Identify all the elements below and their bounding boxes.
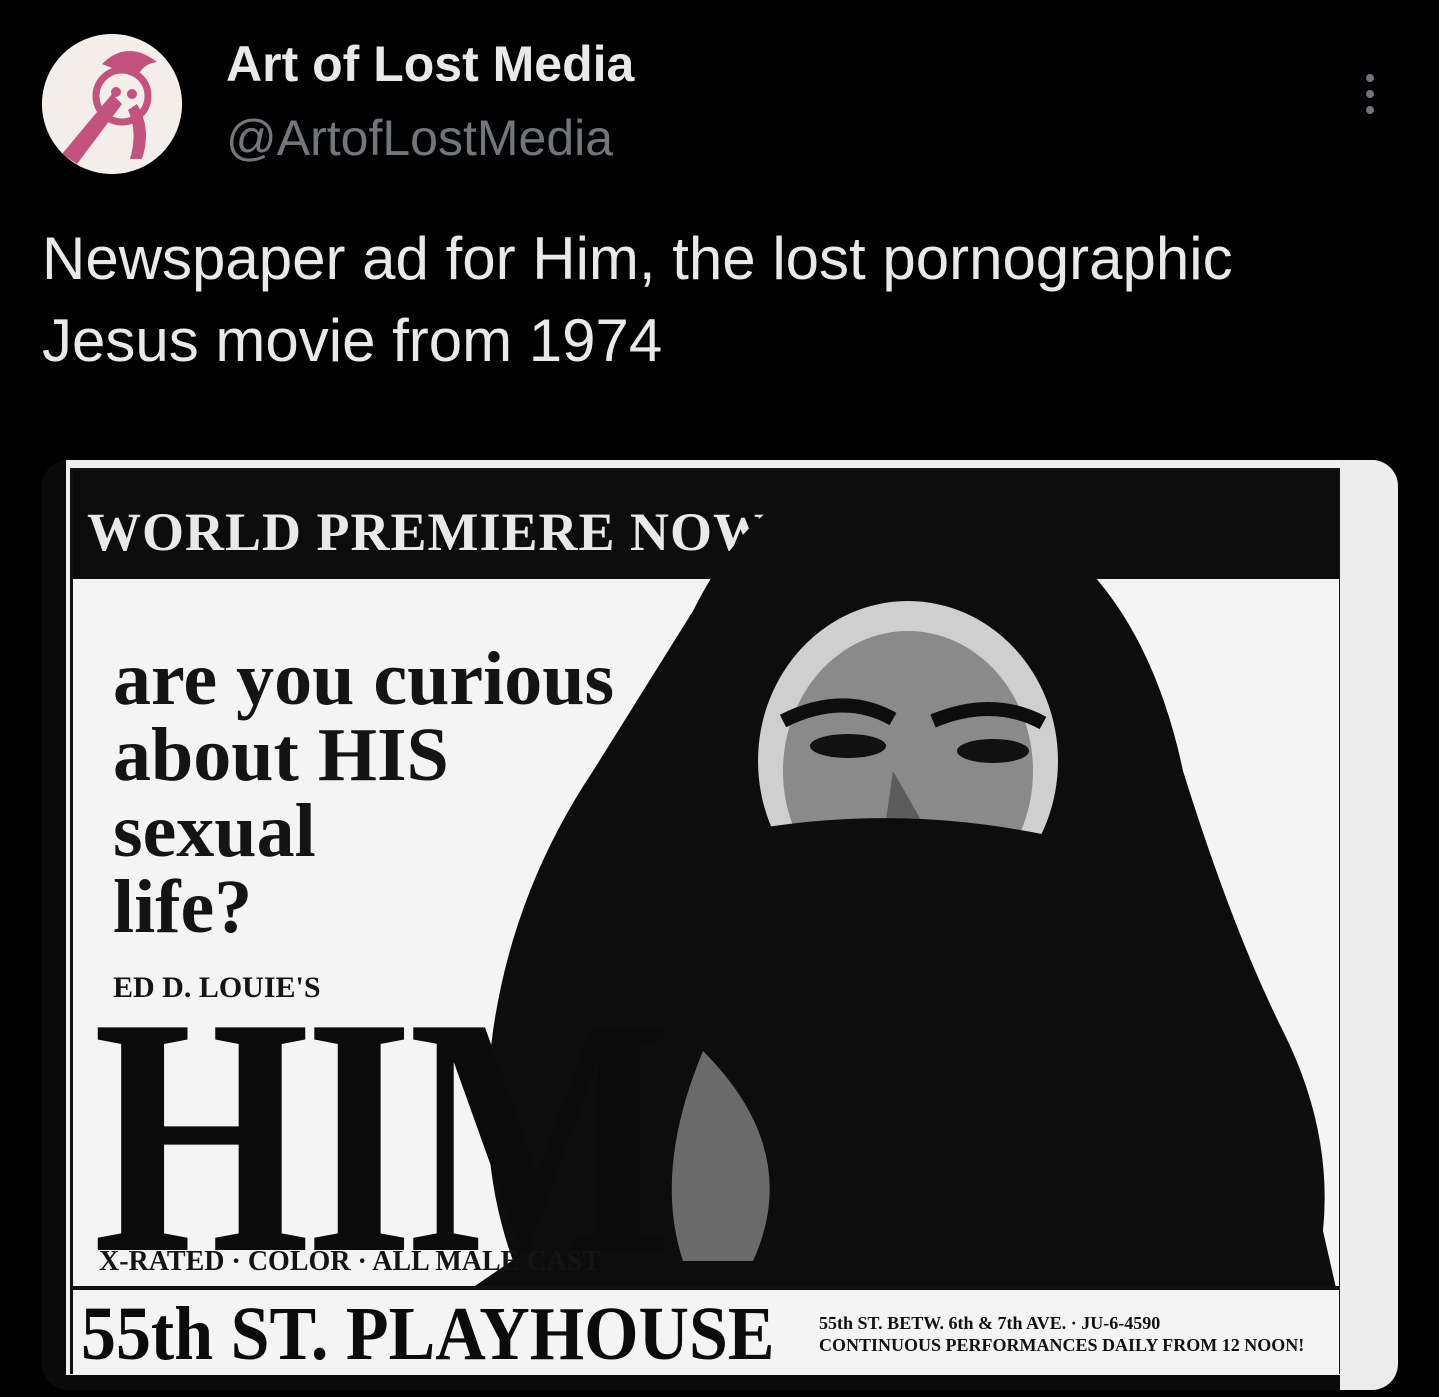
author-handle[interactable]: @ArtofLostMedia [226, 108, 613, 168]
ad-theater-details: 55th ST. BETW. 6th & 7th AVE. · JU-6-459… [819, 1312, 1304, 1356]
ad-theater-bar: 55th ST. PLAYHOUSE 55th ST. BETW. 6th & … [73, 1286, 1339, 1375]
ad-frame: WORLD PREMIERE NOW! are you curious abou… [70, 468, 1342, 1375]
more-options-icon-dot [1366, 90, 1374, 98]
profile-avatar[interactable] [42, 34, 182, 174]
more-options-icon-dot [1366, 106, 1374, 114]
tweet-media-image[interactable]: WORLD PREMIERE NOW! are you curious abou… [42, 460, 1398, 1390]
ad-address: 55th ST. BETW. 6th & 7th AVE. · JU-6-459… [819, 1313, 1161, 1333]
ad-headline-line: life? [113, 865, 253, 949]
ad-theater-name: 55th ST. PLAYHOUSE [81, 1292, 775, 1376]
ad-headline-line: are you curious [113, 637, 615, 721]
ad-schedule: CONTINUOUS PERFORMANCES DAILY FROM 12 NO… [819, 1335, 1305, 1355]
author-display-name[interactable]: Art of Lost Media [226, 34, 634, 94]
ad-headline-line: about HIS [113, 713, 449, 797]
ad-film-title: HIM [93, 947, 672, 1324]
more-options-button[interactable] [1350, 62, 1390, 126]
newspaper-ad: WORLD PREMIERE NOW! are you curious abou… [66, 460, 1376, 1375]
more-options-icon [1366, 74, 1374, 82]
ad-tagline: X-RATED · COLOR · ALL MALE CAST [99, 1246, 602, 1277]
ad-paper-edge [1340, 460, 1398, 1390]
tweet-text: Newspaper ad for Him, the lost pornograp… [42, 225, 1233, 374]
ad-headline: are you curious about HIS sexual life? [113, 641, 614, 945]
ad-headline-line: sexual [113, 789, 316, 873]
cartoon-character-avatar-icon [42, 34, 182, 174]
